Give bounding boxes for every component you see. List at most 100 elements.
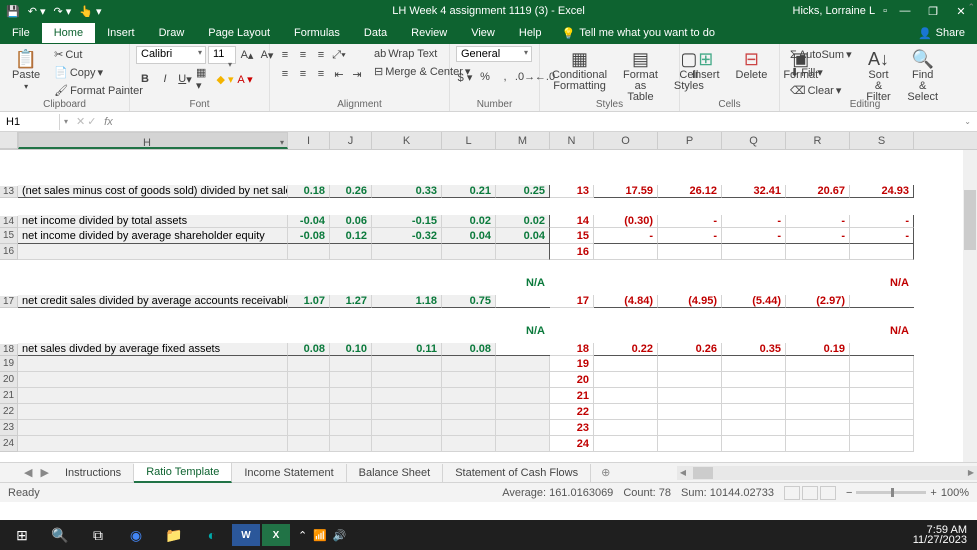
chrome-icon[interactable]: ◉ — [118, 522, 154, 548]
cell[interactable] — [722, 388, 786, 404]
cell[interactable]: 0.08 — [288, 343, 330, 356]
cell[interactable]: 1.18 — [372, 295, 442, 308]
cell[interactable] — [18, 356, 288, 372]
row-header[interactable]: 23 — [0, 420, 18, 436]
sheet-tab-ratio-template[interactable]: Ratio Template — [134, 463, 232, 483]
row-header[interactable]: 20 — [0, 372, 18, 388]
file-explorer-icon[interactable]: 📁 — [156, 522, 192, 548]
cell[interactable] — [330, 388, 372, 404]
cell[interactable]: 20.67 — [786, 185, 850, 198]
cell[interactable] — [658, 404, 722, 420]
select-all-corner[interactable] — [0, 132, 18, 149]
tab-draw[interactable]: Draw — [147, 23, 197, 43]
cell[interactable] — [18, 244, 288, 260]
tray-chevron-icon[interactable]: ⌃ — [298, 529, 307, 542]
cell[interactable]: 21 — [550, 388, 594, 404]
conditional-formatting-button[interactable]: ▦Conditional Formatting — [546, 46, 613, 94]
cell[interactable] — [18, 436, 288, 452]
cell[interactable]: 24 — [550, 436, 594, 452]
cell[interactable]: 0.10 — [330, 343, 372, 356]
cell[interactable] — [722, 372, 786, 388]
cell[interactable]: - — [658, 215, 722, 228]
enter-formula-icon[interactable]: ✓ — [87, 115, 96, 128]
cell[interactable]: net sales divded by average fixed assets — [18, 343, 288, 356]
grow-font-icon[interactable]: A▴ — [238, 46, 256, 64]
row-header[interactable]: 16 — [0, 244, 18, 260]
comma-icon[interactable]: , — [496, 68, 514, 86]
cell[interactable] — [850, 436, 914, 452]
underline-button[interactable]: U ▾ — [176, 70, 194, 88]
increase-decimal-icon[interactable]: .0→ — [516, 68, 534, 86]
number-format-select[interactable]: General — [456, 46, 532, 62]
col-header-J[interactable]: J — [330, 132, 372, 149]
wifi-icon[interactable]: 📶 — [313, 529, 327, 542]
bold-button[interactable]: B — [136, 70, 154, 88]
cell[interactable] — [442, 356, 496, 372]
increase-indent-icon[interactable]: ⇥ — [348, 65, 366, 83]
cell[interactable]: 0.11 — [372, 343, 442, 356]
align-middle-icon[interactable]: ≡ — [294, 46, 312, 64]
row-header[interactable]: 24 — [0, 436, 18, 452]
tab-data[interactable]: Data — [352, 23, 399, 43]
cell[interactable]: 16 — [550, 244, 594, 260]
cell[interactable]: (5.44) — [722, 295, 786, 308]
cell[interactable]: -0.32 — [372, 228, 442, 244]
cell[interactable]: 23 — [550, 420, 594, 436]
cell[interactable] — [850, 404, 914, 420]
cell[interactable] — [18, 388, 288, 404]
sheet-tab-income-statement[interactable]: Income Statement — [232, 464, 346, 482]
tab-formulas[interactable]: Formulas — [282, 23, 352, 43]
col-header-P[interactable]: P — [658, 132, 722, 149]
col-header-K[interactable]: K — [372, 132, 442, 149]
cell[interactable] — [330, 404, 372, 420]
cell[interactable] — [594, 372, 658, 388]
col-header-N[interactable]: N — [550, 132, 594, 149]
cell[interactable] — [330, 244, 372, 260]
cell[interactable] — [372, 436, 442, 452]
cell[interactable] — [658, 244, 722, 260]
cell[interactable]: 17.59 — [594, 185, 658, 198]
cell[interactable] — [372, 388, 442, 404]
cell[interactable] — [288, 404, 330, 420]
cell[interactable]: 14 — [550, 215, 594, 228]
cell[interactable] — [786, 420, 850, 436]
cell[interactable] — [594, 244, 658, 260]
cell[interactable]: 0.06 — [330, 215, 372, 228]
row-header[interactable]: 17 — [0, 296, 18, 308]
cell[interactable] — [496, 356, 550, 372]
redo-icon[interactable]: ↷ ▾ — [54, 5, 72, 18]
cell[interactable]: -0.04 — [288, 215, 330, 228]
row-header[interactable]: 19 — [0, 356, 18, 372]
tab-insert[interactable]: Insert — [95, 23, 147, 43]
cell[interactable]: 0.04 — [442, 228, 496, 244]
align-right-icon[interactable]: ≡ — [312, 65, 330, 83]
col-header-L[interactable]: L — [442, 132, 496, 149]
cell[interactable] — [658, 372, 722, 388]
cell[interactable]: N/A — [850, 355, 914, 356]
zoom-slider[interactable]: −+100% — [846, 487, 969, 499]
cell[interactable] — [722, 436, 786, 452]
cell[interactable] — [288, 372, 330, 388]
cell[interactable]: N/A — [496, 307, 550, 308]
row-header[interactable]: 22 — [0, 404, 18, 420]
cell[interactable] — [330, 420, 372, 436]
cell[interactable] — [722, 420, 786, 436]
cell[interactable] — [288, 436, 330, 452]
expand-formula-icon[interactable]: ⌄ — [958, 117, 977, 126]
cell[interactable] — [658, 388, 722, 404]
formula-input[interactable] — [116, 116, 958, 128]
cell[interactable] — [372, 404, 442, 420]
font-size-select[interactable]: 11 — [208, 46, 236, 64]
clear-button[interactable]: ⌫Clear ▾ — [786, 82, 856, 99]
cell[interactable] — [496, 388, 550, 404]
cell[interactable] — [442, 388, 496, 404]
cell[interactable] — [850, 420, 914, 436]
tell-me[interactable]: 💡Tell me what you want to do — [554, 27, 723, 40]
row-header[interactable]: 21 — [0, 388, 18, 404]
cell[interactable] — [850, 244, 914, 260]
cell[interactable]: 17 — [550, 295, 594, 308]
cell[interactable]: 0.33 — [372, 185, 442, 198]
cell[interactable] — [330, 356, 372, 372]
add-sheet-button[interactable]: ⊕ — [591, 466, 620, 479]
cell[interactable] — [496, 420, 550, 436]
